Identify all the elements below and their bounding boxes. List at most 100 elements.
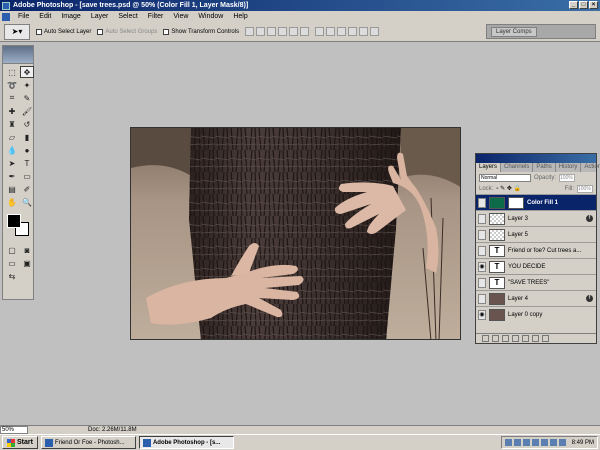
taskbar-item-friend-or-foe[interactable]: Friend Or Foe - Photosh...	[40, 436, 136, 449]
layer-row[interactable]: Color Fill 1	[476, 194, 596, 210]
tab-history[interactable]: History	[556, 163, 582, 172]
document-canvas[interactable]	[130, 127, 461, 340]
new-adjustment-layer-icon[interactable]	[512, 335, 519, 342]
layer-row[interactable]: T "SAVE TREES"	[476, 274, 596, 290]
menu-filter[interactable]: Filter	[143, 13, 169, 20]
add-layer-style-icon[interactable]	[492, 335, 499, 342]
eraser-tool-icon[interactable]: ▱	[5, 131, 19, 143]
add-layer-mask-icon[interactable]	[502, 335, 509, 342]
distribute-bottom-icon[interactable]	[337, 27, 347, 36]
menu-window[interactable]: Window	[193, 13, 228, 20]
hand-tool-icon[interactable]: ✋	[5, 196, 19, 208]
eyedropper-tool-icon[interactable]: ✐	[20, 183, 34, 195]
standard-screen-icon[interactable]: ▭	[5, 257, 19, 269]
crop-tool-icon[interactable]: ⌗	[5, 92, 19, 104]
blur-tool-icon[interactable]: 💧	[5, 144, 19, 156]
eye-icon[interactable]: ◉	[478, 309, 486, 320]
jump-to-imageready-icon[interactable]: ⇆	[5, 270, 19, 282]
auto-select-layer-checkbox[interactable]: Auto Select Layer	[36, 28, 91, 35]
foreground-color-swatch[interactable]	[7, 214, 21, 228]
adobe-feather-icon[interactable]	[3, 46, 33, 64]
visibility-toggle[interactable]	[478, 229, 486, 240]
lock-icons[interactable]: ▫ ✎ ✥ 🔒	[496, 185, 521, 192]
fill-input[interactable]: 100%	[577, 184, 593, 193]
tab-paths[interactable]: Paths	[533, 163, 556, 172]
align-vcenter-icon[interactable]	[256, 27, 266, 36]
document-icon[interactable]	[2, 12, 10, 21]
zoom-tool-icon[interactable]: 🔍	[20, 196, 34, 208]
pen-tool-icon[interactable]: ✒	[5, 170, 19, 182]
tray-icon[interactable]	[549, 439, 557, 446]
maximize-button[interactable]: □	[579, 1, 588, 9]
distribute-right-icon[interactable]	[370, 27, 380, 36]
menu-help[interactable]: Help	[228, 13, 252, 20]
tab-actions[interactable]: Actions	[581, 163, 600, 172]
tray-icon[interactable]	[513, 439, 521, 446]
gradient-tool-icon[interactable]: ▮	[20, 131, 34, 143]
distribute-hcenter-icon[interactable]	[359, 27, 369, 36]
full-screen-icon[interactable]: ▣	[20, 257, 34, 269]
menu-layer[interactable]: Layer	[86, 13, 114, 20]
new-layer-icon[interactable]	[532, 335, 539, 342]
layer-row[interactable]: Layer 4 f	[476, 290, 596, 306]
align-top-icon[interactable]	[245, 27, 255, 36]
layer-mask-thumbnail[interactable]	[508, 196, 524, 209]
visibility-toggle[interactable]	[478, 277, 486, 288]
link-layers-icon[interactable]	[482, 335, 489, 342]
taskbar-item-adobe-photoshop[interactable]: Adobe Photoshop - [s...	[138, 436, 234, 449]
layer-effects-icon[interactable]: f	[586, 295, 593, 302]
align-hcenter-icon[interactable]	[289, 27, 299, 36]
menu-view[interactable]: View	[168, 13, 193, 20]
visibility-toggle[interactable]	[478, 245, 486, 256]
lasso-tool-icon[interactable]: ➰	[5, 79, 19, 91]
align-left-icon[interactable]	[278, 27, 288, 36]
healing-brush-tool-icon[interactable]: ✚	[5, 105, 19, 117]
eye-icon[interactable]: ◉	[478, 261, 486, 272]
opacity-input[interactable]: 100%	[559, 173, 576, 182]
clone-stamp-tool-icon[interactable]: ♜	[5, 118, 19, 130]
brush-tool-icon[interactable]: 🖌	[20, 105, 34, 117]
tray-icon[interactable]	[504, 439, 512, 446]
delete-layer-icon[interactable]	[542, 335, 549, 342]
visibility-toggle[interactable]	[478, 197, 486, 208]
layers-palette-titlebar[interactable]	[476, 154, 596, 163]
align-right-icon[interactable]	[300, 27, 310, 36]
visibility-toggle[interactable]	[478, 293, 486, 304]
visibility-toggle[interactable]	[478, 213, 486, 224]
start-button[interactable]: Start	[2, 436, 38, 449]
volume-icon[interactable]	[558, 439, 566, 446]
menu-select[interactable]: Select	[113, 13, 142, 20]
clock[interactable]: 8:49 PM	[572, 440, 594, 446]
menu-edit[interactable]: Edit	[34, 13, 56, 20]
distribute-vcenter-icon[interactable]	[326, 27, 336, 36]
menu-file[interactable]: File	[13, 13, 34, 20]
tray-icon[interactable]	[522, 439, 530, 446]
marquee-tool-icon[interactable]: ⬚	[5, 66, 19, 78]
move-tool-icon[interactable]: ✥	[20, 66, 34, 78]
show-transform-controls-checkbox[interactable]: Show Transform Controls	[163, 28, 239, 35]
distribute-top-icon[interactable]	[315, 27, 325, 36]
align-bottom-icon[interactable]	[267, 27, 277, 36]
tab-channels[interactable]: Channels	[501, 163, 534, 172]
new-group-icon[interactable]	[522, 335, 529, 342]
close-button[interactable]: ×	[589, 1, 598, 9]
magic-wand-tool-icon[interactable]: ✦	[20, 79, 34, 91]
tab-layers[interactable]: Layers	[476, 163, 502, 172]
zoom-level-input[interactable]: 50%	[0, 426, 28, 434]
tray-icon[interactable]	[540, 439, 548, 446]
layer-row[interactable]: Layer 3 f	[476, 210, 596, 226]
tray-icon[interactable]	[531, 439, 539, 446]
distribute-left-icon[interactable]	[348, 27, 358, 36]
layer-comps-tab[interactable]: Layer Comps	[491, 26, 537, 37]
layer-row[interactable]: Layer 5	[476, 226, 596, 242]
dodge-tool-icon[interactable]: ●	[20, 144, 34, 156]
layer-effects-icon[interactable]: f	[586, 215, 593, 222]
path-selection-tool-icon[interactable]: ➤	[5, 157, 19, 169]
layer-row[interactable]: T Friend or foe? Cut trees a...	[476, 242, 596, 258]
slice-tool-icon[interactable]: ✎	[20, 92, 34, 104]
notes-tool-icon[interactable]: ▤	[5, 183, 19, 195]
history-brush-tool-icon[interactable]: ↺	[20, 118, 34, 130]
standard-mode-icon[interactable]: ▢	[5, 244, 19, 256]
layer-row[interactable]: ◉ Layer 0 copy	[476, 306, 596, 322]
document-size-info[interactable]: Doc: 2.26M/11.8M	[88, 427, 137, 433]
